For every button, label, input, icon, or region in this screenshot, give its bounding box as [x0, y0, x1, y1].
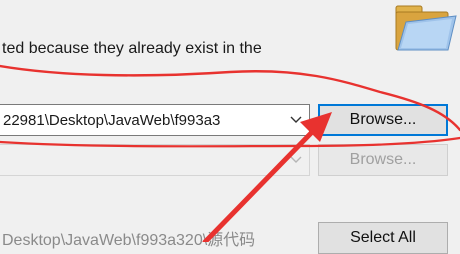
- source-folder-combobox[interactable]: 22981\Desktop\JavaWeb\f993a3: [0, 104, 310, 136]
- select-all-button[interactable]: Select All: [318, 222, 448, 254]
- chevron-down-icon[interactable]: [290, 116, 302, 124]
- info-message: ted because they already exist in the: [2, 40, 262, 57]
- folder-icon: [395, 5, 457, 51]
- project-path-text: Desktop\JavaWeb\f993a320\源代码: [2, 232, 256, 249]
- source-folder-value: 22981\Desktop\JavaWeb\f993a3: [3, 112, 221, 129]
- chevron-down-icon[interactable]: [290, 156, 302, 164]
- browse-archive-button[interactable]: Browse...: [318, 144, 448, 176]
- browse-button[interactable]: Browse...: [318, 104, 448, 136]
- archive-file-combobox[interactable]: [0, 144, 310, 176]
